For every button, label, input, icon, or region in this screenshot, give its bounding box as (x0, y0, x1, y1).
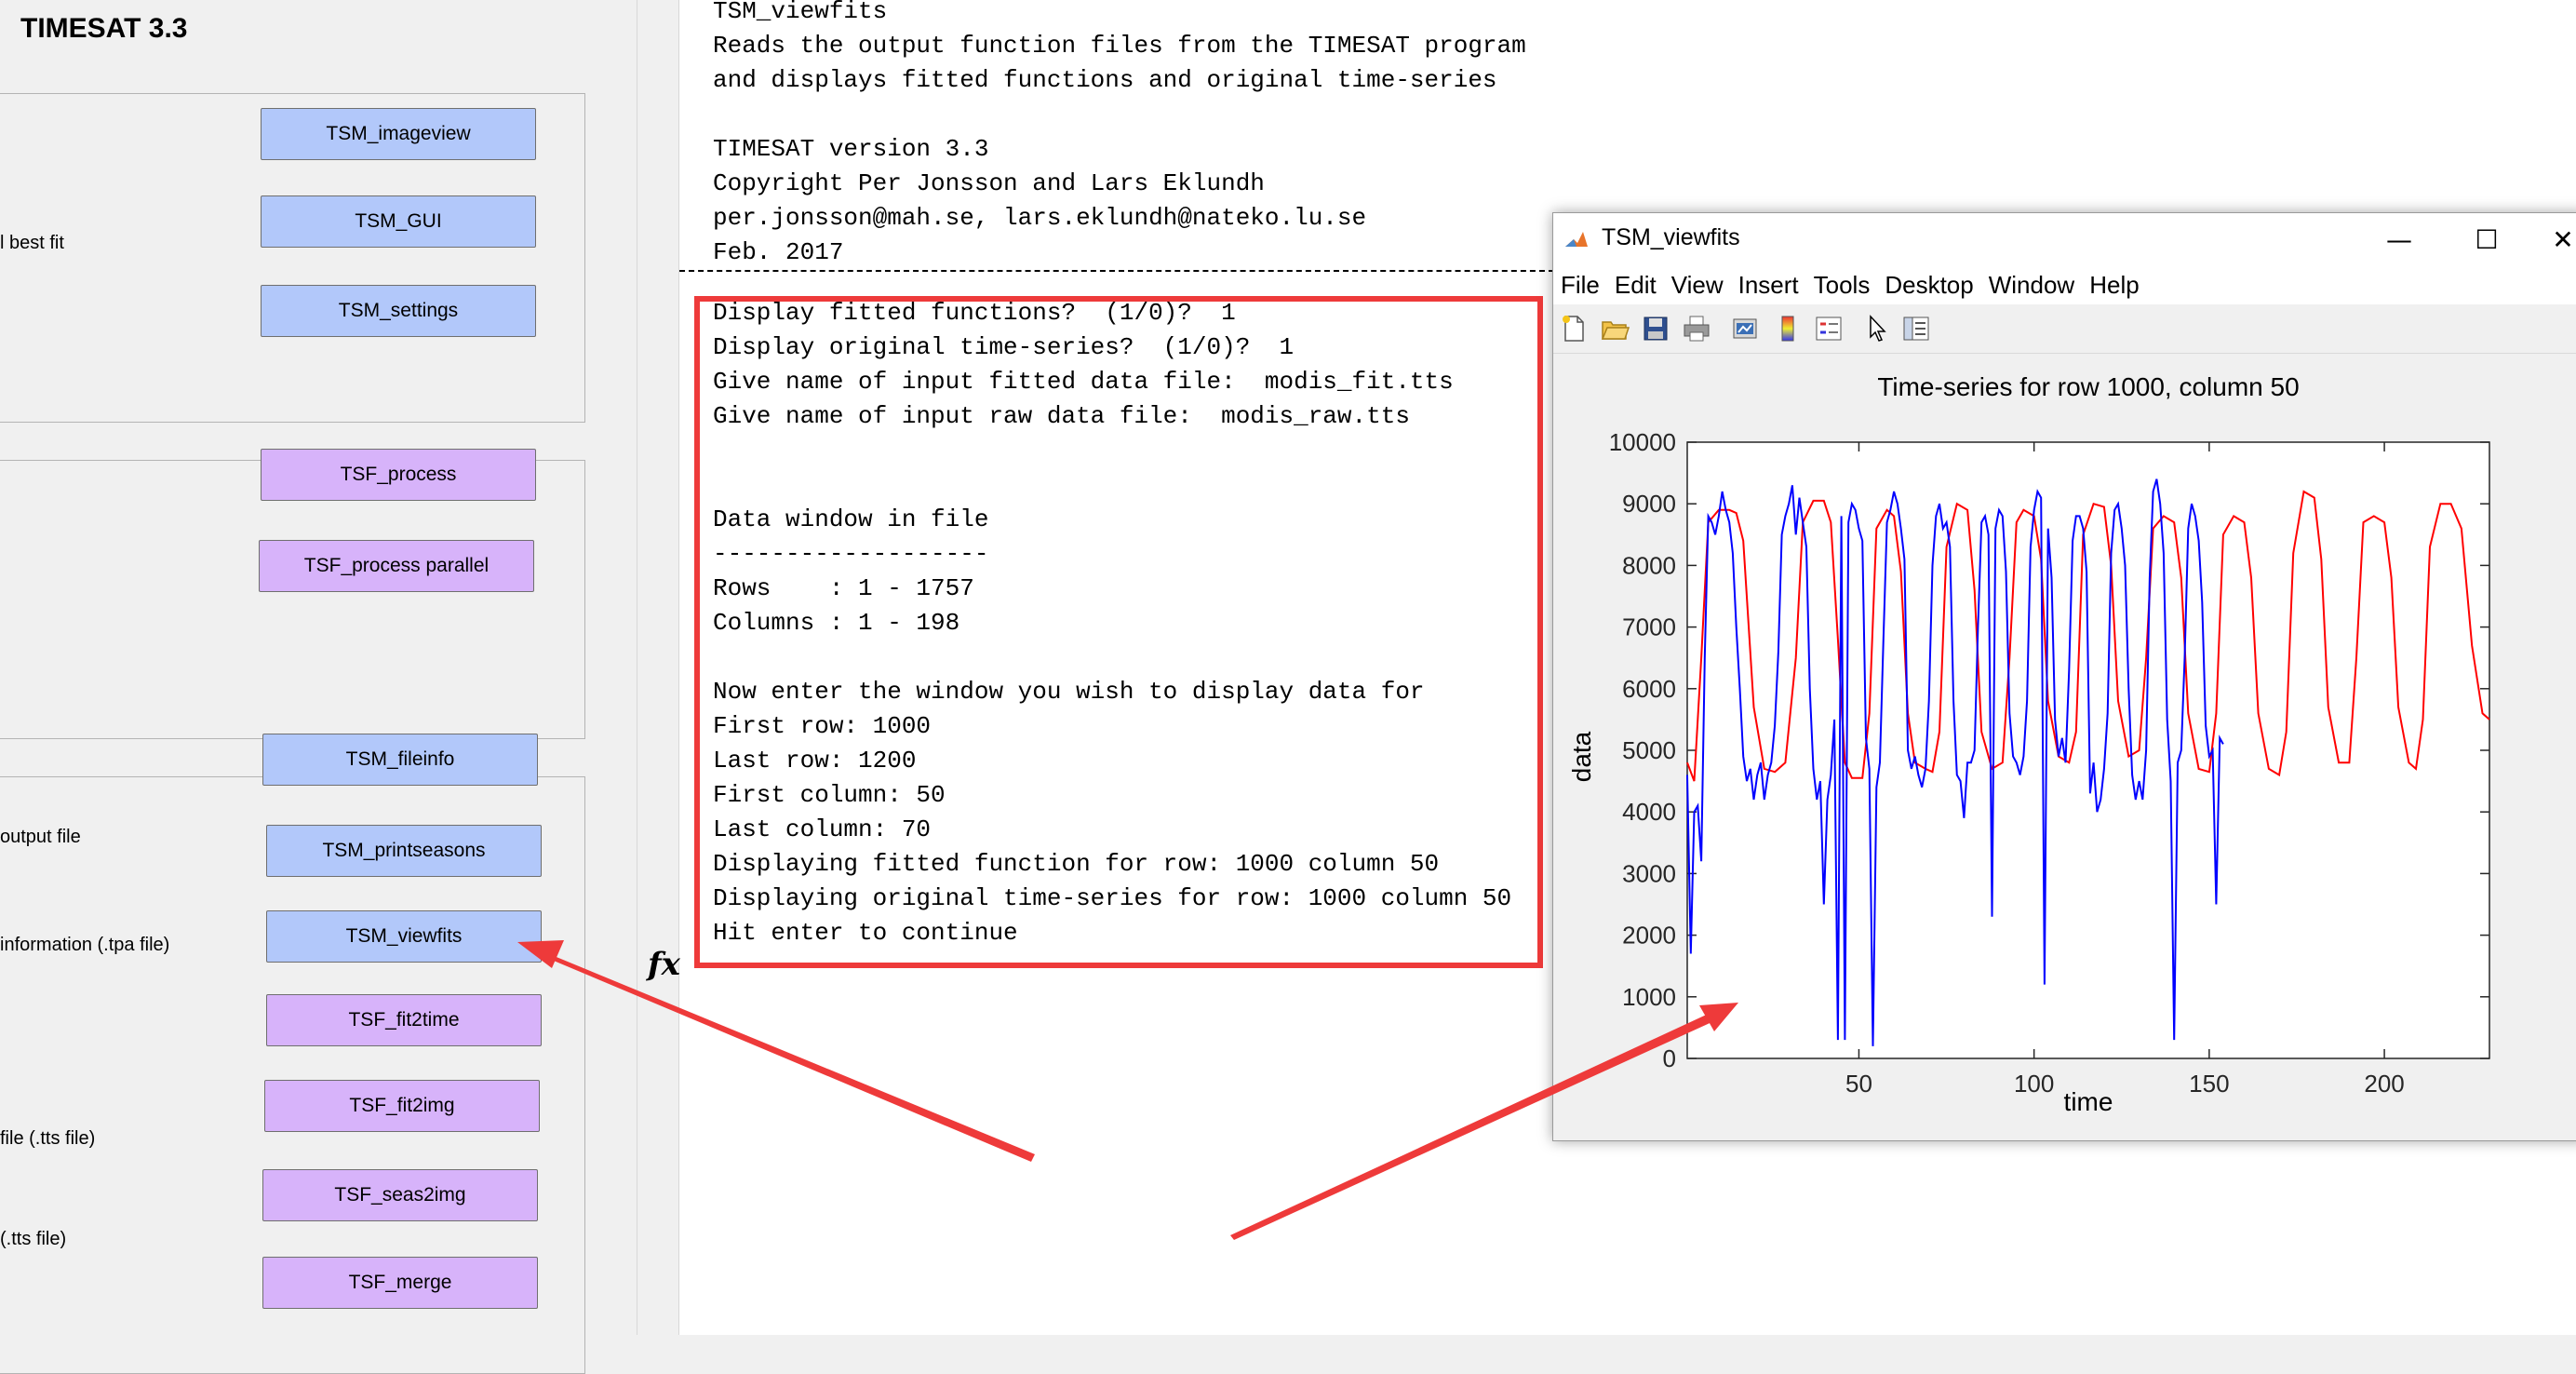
figure-window[interactable]: TSM_viewfits — ☐ ✕ File Edit View Insert Too… (1552, 212, 2576, 1141)
plot-box (1686, 441, 2490, 1059)
y-tick-label: 8000 (1622, 551, 1676, 579)
label-tts-file-2: (.tts file) (0, 1229, 67, 1249)
y-axis-label: data (1567, 731, 1596, 782)
x-tick-label: 50 (1845, 1070, 1872, 1098)
label-output-file: output file (0, 827, 81, 847)
y-tick-label: 4000 (1622, 798, 1676, 826)
y-tick-label: 3000 (1622, 859, 1676, 887)
matlab-icon (1563, 227, 1590, 253)
plot-area[interactable]: Time-series for row 1000, column 50 time… (1553, 355, 2576, 1140)
y-tick-label: 1000 (1622, 983, 1676, 1011)
command-header-line: Feb. 2017 (713, 238, 844, 266)
print-icon[interactable] (1682, 314, 1711, 344)
chart-title: Time-series for row 1000, column 50 (1877, 372, 2299, 401)
timesat-panel: TIMESAT 3.3 l best fit output file infor… (0, 0, 642, 1374)
menu-view[interactable]: View (1664, 271, 1731, 300)
save-icon[interactable] (1641, 314, 1670, 344)
y-tick-label: 6000 (1622, 675, 1676, 703)
tsm-settings-button[interactable]: TSM_settings (261, 285, 536, 337)
function-browser-icon[interactable]: fx (648, 946, 680, 983)
command-header-line: TIMESAT version 3.3 (713, 135, 989, 163)
x-tick-label: 150 (2189, 1070, 2229, 1098)
tsf-process-button[interactable]: TSF_process (261, 449, 536, 501)
command-header-line: Copyright Per Jonsson and Lars Eklundh (713, 169, 1265, 197)
close-button[interactable]: ✕ (2540, 221, 2576, 258)
label-tts-file-1: file (.tts file) (0, 1128, 96, 1149)
tsf-fit2img-button[interactable]: TSF_fit2img (264, 1080, 540, 1132)
label-best-fit: l best fit (0, 233, 64, 253)
figure-title: TSM_viewfits (1602, 224, 1740, 250)
minimize-button[interactable]: — (2376, 221, 2422, 258)
x-tick-label: 100 (2014, 1070, 2054, 1098)
tsf-process-parallel-button[interactable]: TSF_process parallel (259, 540, 534, 592)
command-header-line: and displays fitted functions and origin… (713, 66, 1497, 94)
y-tick-label: 10000 (1609, 428, 1676, 456)
tsf-merge-button[interactable]: TSF_merge (262, 1257, 538, 1309)
insert-colorbar-icon[interactable] (1773, 314, 1803, 344)
command-header-line: Reads the output function files from the… (713, 32, 1526, 60)
tsf-seas2img-button[interactable]: TSF_seas2img (262, 1169, 538, 1221)
x-tick-label: 200 (2364, 1070, 2404, 1098)
menu-desktop[interactable]: Desktop (1877, 271, 1980, 300)
tsm-viewfits-button[interactable]: TSM_viewfits (266, 910, 542, 963)
menu-insert[interactable]: Insert (1731, 271, 1806, 300)
command-header-line: TSM_viewfits (713, 0, 888, 25)
y-tick-label: 2000 (1622, 922, 1676, 950)
command-divider (679, 270, 1554, 272)
command-header-line (713, 98, 1526, 132)
figure-titlebar[interactable]: TSM_viewfits — ☐ ✕ (1553, 213, 2576, 265)
tsm-imageview-button[interactable]: TSM_imageview (261, 108, 536, 160)
tsf-fit2time-button[interactable]: TSF_fit2time (266, 994, 542, 1046)
insert-legend-icon[interactable] (1814, 314, 1844, 344)
figure-menubar: File Edit View Insert Tools Desktop Window Help (1553, 265, 2576, 304)
y-tick-label: 0 (1663, 1044, 1676, 1072)
menu-help[interactable]: Help (2082, 271, 2146, 300)
group-box-processing (0, 460, 585, 739)
panel-splitter[interactable] (637, 0, 679, 1335)
x-axis-label: time (2064, 1087, 2113, 1116)
tsm-gui-button[interactable]: TSM_GUI (261, 195, 536, 248)
label-tpa-information: information (.tpa file) (0, 935, 170, 955)
highlight-annotation-box (694, 296, 1543, 968)
property-inspector-icon[interactable] (1901, 314, 1931, 344)
y-tick-label: 9000 (1622, 490, 1676, 518)
new-figure-icon[interactable] (1559, 314, 1589, 344)
time-series-chart[interactable]: Time-series for row 1000, column 50 time… (1553, 355, 2576, 1140)
tsm-fileinfo-button[interactable]: TSM_fileinfo (262, 734, 538, 786)
y-tick-label: 7000 (1622, 613, 1676, 641)
maximize-button[interactable]: ☐ (2463, 221, 2510, 258)
command-header: TSM_viewfits Reads the output function fi… (713, 0, 1526, 270)
open-file-icon[interactable] (1600, 314, 1630, 344)
link-plot-icon[interactable] (1730, 314, 1760, 344)
app-title: TIMESAT 3.3 (20, 13, 188, 44)
menu-window[interactable]: Window (1981, 271, 2082, 300)
y-tick-label: 5000 (1622, 736, 1676, 764)
menu-tools[interactable]: Tools (1806, 271, 1878, 300)
edit-plot-arrow-icon[interactable] (1862, 314, 1892, 344)
command-header-line: per.jonsson@mah.se, lars.eklundh@nateko.… (713, 204, 1367, 232)
tsm-printseasons-button[interactable]: TSM_printseasons (266, 825, 542, 877)
menu-file[interactable]: File (1553, 271, 1607, 300)
menu-edit[interactable]: Edit (1607, 271, 1664, 300)
figure-toolbar (1553, 304, 2576, 354)
